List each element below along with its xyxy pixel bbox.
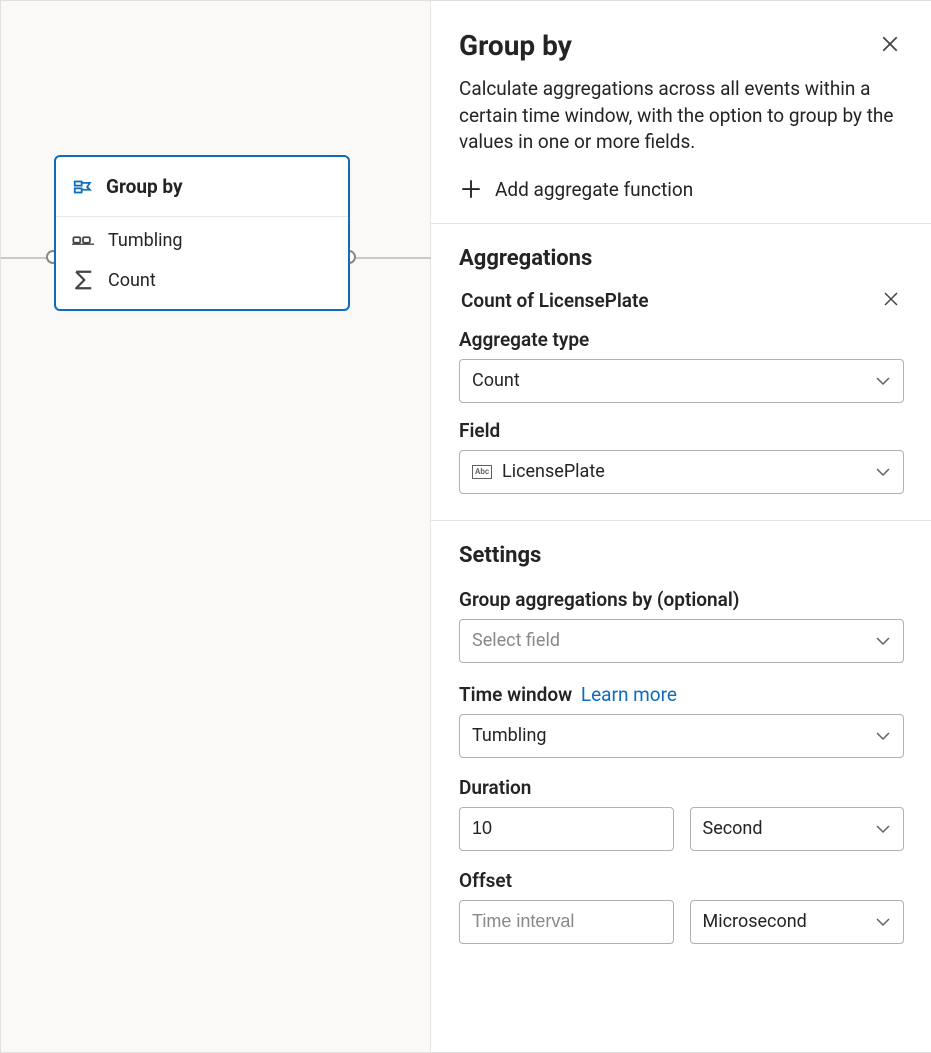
time-window-select[interactable]: Tumbling bbox=[459, 714, 904, 758]
aggregate-type-value: Count bbox=[472, 370, 875, 391]
chevron-down-icon bbox=[875, 914, 891, 930]
offset-unit-select[interactable]: Microsecond bbox=[690, 900, 905, 944]
divider bbox=[431, 223, 931, 224]
time-window-label-text: Time window bbox=[459, 683, 572, 706]
node-row-tumbling[interactable]: Tumbling bbox=[56, 217, 348, 263]
flow-canvas[interactable]: Group by Tumbling Count bbox=[1, 1, 431, 1052]
aggregate-type-select[interactable]: Count bbox=[459, 359, 904, 403]
chevron-down-icon bbox=[875, 728, 891, 744]
time-window-label: Time window Learn more bbox=[459, 683, 904, 706]
edge-in bbox=[1, 257, 49, 259]
node-header[interactable]: Group by bbox=[56, 157, 348, 217]
field-label: Field bbox=[459, 419, 904, 442]
properties-panel: Group by Calculate aggregations across a… bbox=[431, 1, 931, 1052]
chevron-down-icon bbox=[875, 373, 891, 389]
time-window-learn-more-link[interactable]: Learn more bbox=[581, 683, 677, 706]
duration-input[interactable] bbox=[472, 818, 661, 839]
aggregations-heading: Aggregations bbox=[459, 246, 904, 271]
edge-out bbox=[356, 257, 431, 259]
settings-heading: Settings bbox=[459, 543, 904, 568]
string-type-icon: Abc bbox=[472, 465, 492, 479]
field-value: LicensePlate bbox=[502, 461, 875, 482]
remove-aggregation-button[interactable] bbox=[880, 289, 902, 311]
node-row-label: Count bbox=[108, 270, 156, 291]
duration-label: Duration bbox=[459, 776, 904, 799]
field-select[interactable]: Abc LicensePlate bbox=[459, 450, 904, 494]
node-title: Group by bbox=[106, 175, 183, 198]
chevron-down-icon bbox=[875, 821, 891, 837]
duration-input-wrapper[interactable] bbox=[459, 807, 674, 851]
node-row-label: Tumbling bbox=[108, 230, 183, 251]
duration-unit-select[interactable]: Second bbox=[690, 807, 905, 851]
duration-unit-value: Second bbox=[703, 818, 876, 839]
group-by-icon bbox=[72, 176, 94, 198]
add-aggregate-label: Add aggregate function bbox=[495, 178, 693, 201]
chevron-down-icon bbox=[875, 633, 891, 649]
close-icon bbox=[881, 35, 899, 56]
offset-label: Offset bbox=[459, 869, 904, 892]
divider bbox=[431, 520, 931, 521]
tumbling-window-icon bbox=[72, 229, 94, 251]
panel-description: Calculate aggregations across all events… bbox=[459, 76, 904, 156]
offset-unit-value: Microsecond bbox=[703, 911, 876, 932]
panel-title: Group by bbox=[459, 29, 572, 62]
plus-icon bbox=[461, 179, 481, 199]
chevron-down-icon bbox=[875, 464, 891, 480]
sigma-icon bbox=[72, 269, 94, 291]
add-aggregate-button[interactable]: Add aggregate function bbox=[459, 178, 904, 201]
group-by-label: Group aggregations by (optional) bbox=[459, 588, 904, 611]
aggregate-type-label: Aggregate type bbox=[459, 328, 904, 351]
group-by-select[interactable]: Select field bbox=[459, 619, 904, 663]
node-group-by[interactable]: Group by Tumbling Count bbox=[54, 155, 350, 311]
aggregation-block: Count of LicensePlate Aggregate type Cou… bbox=[459, 289, 904, 494]
offset-input-wrapper[interactable] bbox=[459, 900, 674, 944]
aggregation-name: Count of LicensePlate bbox=[461, 289, 649, 312]
close-panel-button[interactable] bbox=[876, 31, 904, 59]
group-by-placeholder: Select field bbox=[472, 630, 875, 651]
close-icon bbox=[883, 291, 899, 310]
node-row-count[interactable]: Count bbox=[56, 263, 348, 309]
time-window-value: Tumbling bbox=[472, 725, 875, 746]
offset-input[interactable] bbox=[472, 911, 661, 932]
